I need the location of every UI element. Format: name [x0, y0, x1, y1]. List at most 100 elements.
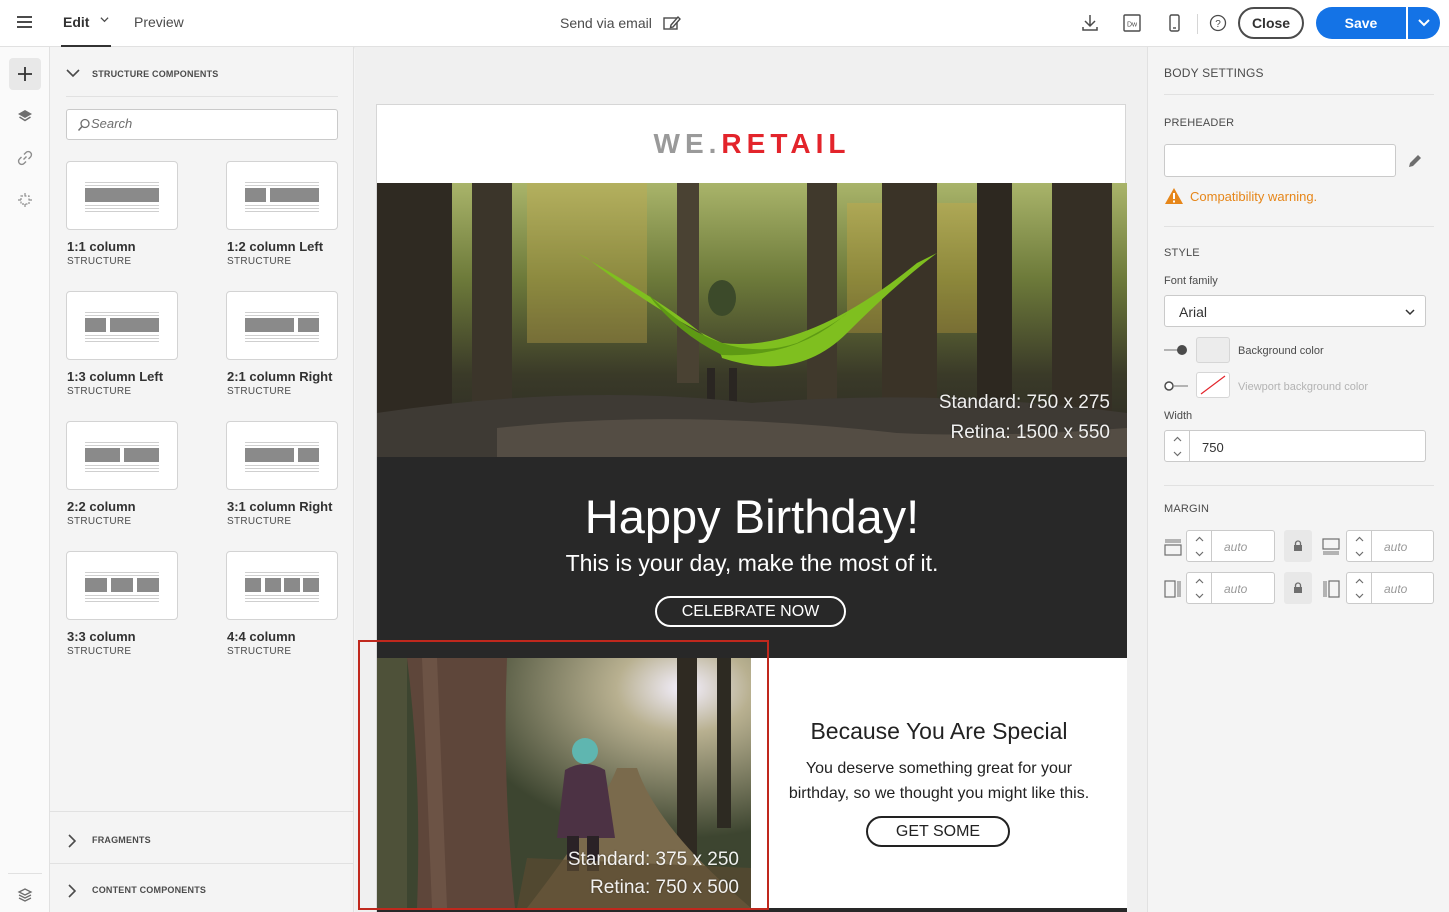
width-label: Width — [1164, 410, 1193, 422]
margin-top-stepper[interactable] — [1186, 530, 1212, 562]
viewport-bg-label: Viewport background color — [1238, 381, 1369, 393]
width-stepper[interactable] — [1164, 430, 1190, 462]
search-input[interactable] — [91, 116, 321, 131]
search-field[interactable] — [66, 109, 338, 140]
component-1-1-column[interactable]: 1:1 column STRUCTURE — [66, 161, 178, 267]
chevron-down-icon[interactable] — [1355, 592, 1364, 599]
special-offer-block[interactable]: Because You Are Special You deserve some… — [751, 658, 1127, 908]
margin-left-input[interactable]: auto — [1212, 572, 1275, 604]
width-input[interactable]: 750 — [1190, 430, 1426, 462]
add-components-button[interactable] — [9, 58, 41, 90]
margin-top-input[interactable]: auto — [1212, 530, 1275, 562]
links-button[interactable] — [9, 142, 41, 174]
component-1-3-column-left[interactable]: 1:3 column Left STRUCTURE — [66, 291, 178, 397]
component-name: 1:2 column Left — [227, 239, 324, 254]
search-icon — [77, 118, 90, 131]
personalization-button[interactable] — [9, 184, 41, 216]
save-button[interactable]: Save — [1316, 7, 1406, 39]
margin-right-input[interactable]: auto — [1372, 572, 1434, 604]
chevron-right-icon — [68, 834, 76, 848]
chevron-down-icon — [66, 69, 80, 78]
component-4-4-column[interactable]: 4:4 column STRUCTURE — [226, 551, 338, 657]
chevron-down-icon[interactable] — [1195, 550, 1204, 557]
left-icon-rail — [0, 47, 50, 912]
logo[interactable]: WE.RETAIL — [377, 128, 1127, 160]
component-name: 3:3 column — [67, 629, 136, 644]
component-name: 3:1 column Right — [227, 499, 333, 514]
rail-divider — [8, 873, 42, 874]
margin-bottom-input[interactable]: auto — [1372, 530, 1434, 562]
component-thumbnail — [66, 551, 178, 620]
body-settings-panel: BODY SETTINGS PREHEADER Compatibility wa… — [1147, 47, 1449, 912]
menu-icon[interactable] — [17, 16, 32, 28]
close-button[interactable]: Close — [1238, 7, 1304, 39]
divider — [1164, 485, 1434, 486]
layers-icon — [18, 110, 32, 122]
banner-subtitle: This is your day, make the most of it. — [565, 550, 939, 576]
edit-title-icon[interactable] — [662, 13, 682, 33]
target-icon — [18, 193, 32, 207]
font-family-select[interactable]: Arial — [1164, 295, 1426, 327]
chevron-up-icon[interactable] — [1195, 536, 1204, 543]
preheader-input[interactable] — [1164, 144, 1396, 177]
viewport-bg-toggle[interactable] — [1164, 380, 1188, 392]
download-icon[interactable] — [1079, 12, 1101, 34]
component-name: 4:4 column — [227, 629, 296, 644]
page-title: Send via email — [560, 15, 652, 31]
chevron-up-icon[interactable] — [1355, 536, 1364, 543]
preheader-label: PREHEADER — [1164, 117, 1235, 129]
margin-right-stepper[interactable] — [1346, 572, 1372, 604]
layers-button[interactable] — [9, 100, 41, 132]
chevron-down-icon[interactable] — [1355, 550, 1364, 557]
get-some-button[interactable]: GET SOME — [866, 816, 1010, 847]
component-2-2-column[interactable]: 2:2 column STRUCTURE — [66, 421, 178, 527]
margin-top-icon — [1164, 539, 1182, 556]
chevron-down-icon[interactable] — [1195, 592, 1204, 599]
chevron-down-icon — [1405, 309, 1415, 316]
edit-pencil-icon[interactable] — [1406, 152, 1424, 170]
background-color-swatch[interactable] — [1196, 337, 1230, 363]
viewport-bg-swatch[interactable] — [1196, 372, 1230, 398]
margin-left-icon — [1164, 580, 1181, 598]
help-icon[interactable]: ? — [1207, 12, 1229, 34]
margin-lock-button[interactable] — [1284, 572, 1312, 604]
chevron-up-icon[interactable] — [1195, 578, 1204, 585]
chevron-up-icon[interactable] — [1355, 578, 1364, 585]
margin-lock-button[interactable] — [1284, 530, 1312, 562]
divider — [1164, 94, 1434, 95]
special-title: Because You Are Special — [810, 718, 1068, 744]
hero-image[interactable]: Standard: 750 x 275 Retina: 1500 x 550 — [377, 183, 1127, 457]
component-thumbnail — [226, 291, 338, 360]
component-thumbnail — [66, 161, 178, 230]
component-1-2-column-left[interactable]: 1:2 column Left STRUCTURE — [226, 161, 338, 267]
style-label: STYLE — [1164, 247, 1200, 259]
dreamweaver-icon[interactable]: Dw — [1121, 12, 1143, 34]
component-2-1-column-right[interactable]: 2:1 column Right STRUCTURE — [226, 291, 338, 397]
chevron-down-icon — [1418, 19, 1430, 27]
chevron-down-icon[interactable] — [100, 15, 109, 24]
properties-icon — [17, 888, 33, 902]
celebrate-now-button[interactable]: CELEBRATE NOW — [655, 596, 846, 627]
component-thumbnail — [226, 161, 338, 230]
background-color-toggle[interactable] — [1164, 344, 1188, 356]
birthday-banner[interactable]: Happy Birthday! This is your day, make t… — [377, 457, 1127, 658]
component-type: STRUCTURE — [227, 256, 292, 267]
svg-text:Dw: Dw — [1127, 22, 1138, 29]
chevron-down-icon[interactable] — [1173, 450, 1182, 457]
tab-preview[interactable]: Preview — [134, 14, 184, 30]
component-type: STRUCTURE — [67, 516, 132, 527]
tab-edit[interactable]: Edit — [63, 14, 89, 30]
chevron-up-icon[interactable] — [1173, 436, 1182, 443]
component-3-1-column-right[interactable]: 3:1 column Right STRUCTURE — [226, 421, 338, 527]
component-type: STRUCTURE — [227, 516, 292, 527]
save-options-button[interactable] — [1408, 7, 1440, 39]
margin-left-stepper[interactable] — [1186, 572, 1212, 604]
component-3-3-column[interactable]: 3:3 column STRUCTURE — [66, 551, 178, 657]
link-icon — [17, 150, 33, 166]
margin-bottom-stepper[interactable] — [1346, 530, 1372, 562]
lock-icon — [1294, 582, 1302, 593]
settings-button[interactable] — [9, 879, 41, 911]
components-panel: STRUCTURE COMPONENTS 1:1 column STRUCTUR… — [50, 47, 354, 912]
component-name: 2:1 column Right — [227, 369, 333, 384]
mobile-icon[interactable] — [1163, 12, 1185, 34]
